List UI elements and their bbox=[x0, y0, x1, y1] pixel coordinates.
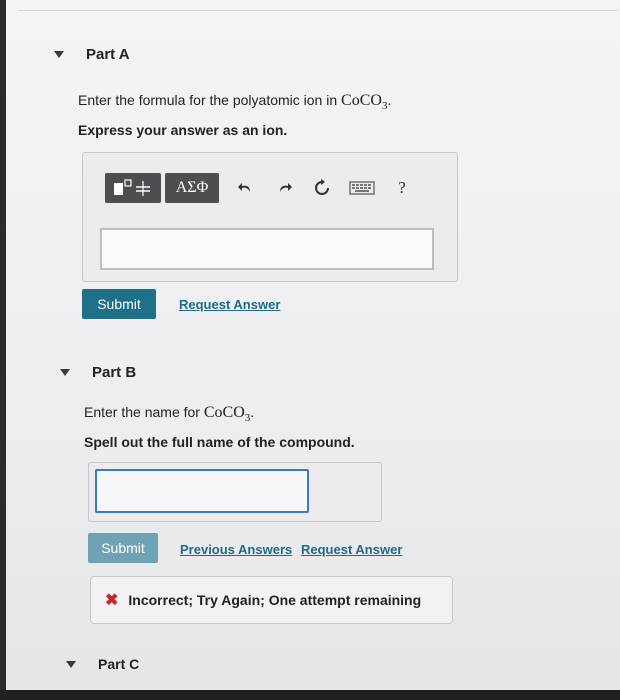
part-b-prompt-text: Enter the name for bbox=[84, 404, 204, 420]
part-b-answer-input[interactable] bbox=[95, 469, 309, 513]
part-c-title: Part C bbox=[98, 656, 140, 672]
part-b-title: Part B bbox=[92, 364, 137, 381]
help-button[interactable]: ? bbox=[389, 174, 415, 202]
part-a-compound: CoCO3 bbox=[341, 92, 387, 112]
part-c-header[interactable]: Part C bbox=[66, 656, 139, 672]
part-b-compound-main: CoCO bbox=[203, 404, 245, 421]
part-b-header[interactable]: Part B bbox=[60, 364, 136, 381]
greek-symbols-button[interactable]: ΑΣΦ bbox=[165, 173, 219, 203]
collapse-caret-icon[interactable] bbox=[66, 660, 76, 668]
assignment-page: Part A Enter the formula for the polyato… bbox=[6, 0, 620, 690]
part-b-previous-answers-link[interactable]: Previous Answers bbox=[180, 542, 292, 557]
x-mark-icon: ✖ bbox=[105, 592, 119, 609]
part-a-request-answer-link[interactable]: Request Answer bbox=[179, 297, 280, 312]
part-a-prompt-text: Enter the formula for the polyatomic ion… bbox=[78, 92, 342, 108]
part-a-instruction: Express your answer as an ion. bbox=[78, 122, 288, 138]
screen-bezel bbox=[0, 690, 620, 700]
math-toolbar: ΑΣΦ ? bbox=[105, 173, 415, 203]
part-b-compound: CoCO3 bbox=[203, 404, 250, 424]
collapse-caret-icon[interactable] bbox=[60, 369, 70, 376]
part-b-feedback-text: Incorrect; Try Again; One attempt remain… bbox=[128, 592, 422, 608]
part-b-submit-button[interactable]: Submit bbox=[88, 533, 158, 563]
keyboard-button[interactable] bbox=[347, 174, 377, 202]
top-divider bbox=[18, 10, 618, 11]
redo-button[interactable] bbox=[271, 174, 297, 202]
part-a-submit-button[interactable]: Submit bbox=[82, 289, 156, 319]
part-b-request-answer-link[interactable]: Request Answer bbox=[301, 542, 402, 557]
collapse-caret-icon[interactable] bbox=[54, 51, 64, 58]
part-a-answer-box: ΑΣΦ ? bbox=[82, 152, 458, 282]
templates-icon bbox=[114, 179, 150, 196]
part-b-answer-box bbox=[88, 462, 382, 522]
undo-icon bbox=[238, 183, 250, 192]
reset-button[interactable] bbox=[309, 174, 335, 202]
part-a-prompt-dot: . bbox=[387, 92, 392, 108]
part-a-compound-main: CoCO bbox=[341, 92, 382, 109]
part-a-prompt: Enter the formula for the polyatomic ion… bbox=[78, 92, 391, 112]
part-a-title: Part A bbox=[86, 46, 130, 63]
part-a-header[interactable]: Part A bbox=[54, 46, 130, 63]
templates-button[interactable] bbox=[105, 173, 161, 203]
part-a-answer-input[interactable] bbox=[100, 228, 434, 270]
part-b-feedback-box: ✖ Incorrect; Try Again; One attempt rema… bbox=[90, 576, 453, 624]
redo-icon bbox=[280, 183, 292, 192]
undo-button[interactable] bbox=[233, 174, 259, 202]
reset-icon bbox=[315, 179, 329, 195]
part-b-instruction: Spell out the full name of the compound. bbox=[84, 434, 355, 450]
part-b-prompt-dot: . bbox=[250, 404, 255, 420]
part-b-prompt: Enter the name for CoCO3. bbox=[84, 404, 254, 424]
keyboard-icon bbox=[349, 181, 375, 195]
